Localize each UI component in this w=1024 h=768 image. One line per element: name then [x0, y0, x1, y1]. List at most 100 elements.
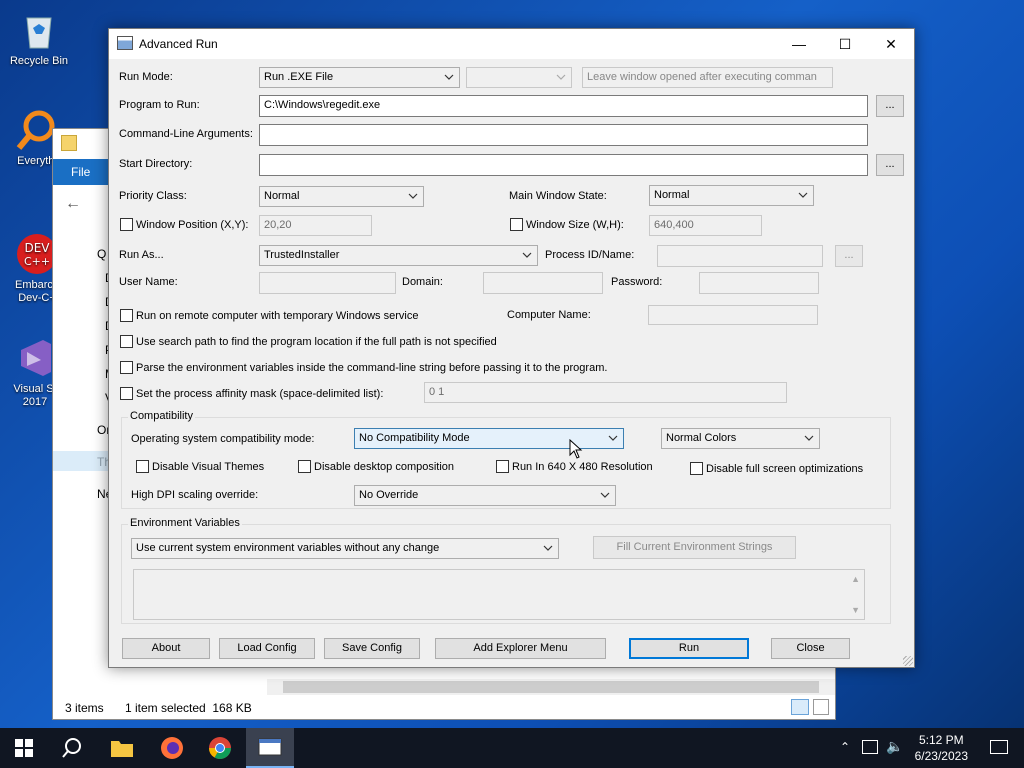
search-button[interactable] [48, 728, 96, 768]
search-path-label: Use search path to find the program loca… [136, 335, 497, 348]
program-input[interactable]: C:\Windows\regedit.exe [259, 95, 868, 117]
priority-select[interactable]: Normal [259, 186, 424, 207]
checkbox-box[interactable] [510, 218, 523, 231]
advanced-run-icon [258, 738, 282, 756]
checkbox-box[interactable] [496, 460, 509, 473]
advanced-run-dialog[interactable]: Advanced Run — ☐ ✕ Run Mode: Run .EXE Fi… [108, 28, 915, 668]
add-explorer-menu-button[interactable]: Add Explorer Menu [435, 638, 606, 659]
chevron-down-icon [543, 545, 553, 551]
affinity-input[interactable]: 0 1 [424, 382, 787, 403]
load-config-button[interactable]: Load Config [219, 638, 315, 659]
secondary-mode-select[interactable] [466, 67, 572, 88]
network-icon[interactable] [862, 740, 878, 754]
chevron-down-icon [444, 74, 454, 80]
advanced-run-taskbar-button[interactable] [246, 728, 294, 768]
checkbox-box[interactable] [298, 460, 311, 473]
start-directory-browse-button[interactable]: ... [876, 154, 904, 176]
chrome-taskbar-button[interactable] [196, 728, 244, 768]
computer-name-input[interactable] [648, 305, 818, 325]
parse-env-checkbox[interactable]: Parse the environment variables inside t… [120, 361, 607, 374]
window-position-checkbox[interactable]: Window Position (X,Y): [120, 218, 248, 231]
close-window-button[interactable]: ✕ [868, 29, 914, 59]
disable-themes-label: Disable Visual Themes [152, 460, 265, 473]
visual-studio-icon [13, 323, 57, 376]
maximize-button[interactable]: ☐ [822, 29, 868, 59]
chevron-up-icon[interactable]: ⌃ [840, 740, 850, 754]
main-window-state-label: Main Window State: [509, 190, 607, 202]
domain-input[interactable] [483, 272, 603, 294]
remote-computer-label: Run on remote computer with temporary Wi… [136, 309, 419, 322]
search-path-checkbox[interactable]: Use search path to find the program loca… [120, 335, 497, 348]
checkbox-box[interactable] [120, 387, 133, 400]
run-as-select[interactable]: TrustedInstaller [259, 245, 538, 266]
checkbox-box[interactable] [136, 460, 149, 473]
checkbox-box[interactable] [120, 218, 133, 231]
after-execution-select[interactable]: Leave window opened after executing comm… [582, 67, 833, 88]
about-button[interactable]: About [122, 638, 210, 659]
details-view-icon[interactable] [791, 699, 809, 715]
start-button[interactable] [0, 728, 48, 768]
horizontal-scrollbar[interactable] [267, 679, 835, 695]
process-id-input[interactable] [657, 245, 823, 267]
file-explorer-taskbar-button[interactable] [98, 728, 146, 768]
password-input[interactable] [699, 272, 819, 294]
run-as-value: TrustedInstaller [264, 249, 340, 261]
nav-selection [53, 451, 113, 471]
desktop-icon-recycle-bin[interactable]: Recycle Bin [4, 8, 74, 68]
file-tab[interactable]: File [53, 159, 109, 185]
run-button[interactable]: Run [629, 638, 749, 659]
chevron-down-icon [556, 74, 566, 80]
window-size-input[interactable]: 640,400 [649, 215, 762, 236]
back-arrow-icon[interactable]: ← [65, 195, 81, 213]
environment-select[interactable]: Use current system environment variables… [131, 538, 559, 559]
title-bar[interactable]: Advanced Run — ☐ ✕ [109, 29, 914, 59]
remote-computer-checkbox[interactable]: Run on remote computer with temporary Wi… [120, 309, 418, 322]
minimize-button[interactable]: — [776, 29, 822, 59]
affinity-checkbox[interactable]: Set the process affinity mask (space-del… [120, 387, 383, 400]
desktop-icon-label: Everythi [17, 155, 57, 167]
disable-themes-checkbox[interactable]: Disable Visual Themes [136, 460, 264, 473]
cmdline-input[interactable] [259, 124, 868, 146]
scroll-up-icon[interactable]: ▲ [851, 574, 860, 584]
user-name-input[interactable] [259, 272, 396, 294]
chevron-down-icon [798, 192, 808, 198]
window-size-checkbox[interactable]: Window Size (W,H): [510, 218, 624, 231]
os-compat-select[interactable]: No Compatibility Mode [354, 428, 624, 449]
large-icons-view-icon[interactable] [813, 699, 829, 715]
nav-item[interactable]: Q [97, 247, 106, 261]
dpi-select[interactable]: No Override [354, 485, 616, 506]
process-id-browse-button[interactable]: ... [835, 245, 863, 267]
password-label: Password: [611, 276, 663, 288]
window-position-input[interactable]: 20,20 [259, 215, 372, 236]
taskbar: ⌃ 🔈 5:12 PM 6/23/2023 [0, 728, 1024, 768]
volume-muted-icon[interactable]: 🔈 [886, 738, 903, 755]
environment-textarea[interactable]: ▲ ▼ [133, 569, 865, 620]
os-compat-label: Operating system compatibility mode: [131, 433, 315, 445]
firefox-taskbar-button[interactable] [148, 728, 196, 768]
parse-env-label: Parse the environment variables inside t… [136, 361, 608, 374]
disable-fullscreen-checkbox[interactable]: Disable full screen optimizations [690, 462, 863, 475]
checkbox-box[interactable] [120, 309, 133, 322]
save-config-button[interactable]: Save Config [324, 638, 420, 659]
notification-icon[interactable] [990, 740, 1008, 754]
close-button[interactable]: Close [771, 638, 850, 659]
colors-select[interactable]: Normal Colors [661, 428, 820, 449]
window-title: Advanced Run [139, 37, 218, 51]
scrollbar-thumb[interactable] [283, 681, 819, 693]
main-window-state-select[interactable]: Normal [649, 185, 814, 206]
fill-environment-button[interactable]: Fill Current Environment Strings [593, 536, 796, 559]
checkbox-box[interactable] [120, 335, 133, 348]
program-browse-button[interactable]: ... [876, 95, 904, 117]
checkbox-box[interactable] [120, 361, 133, 374]
scroll-down-icon[interactable]: ▼ [851, 605, 860, 615]
run-640-checkbox[interactable]: Run In 640 X 480 Resolution [496, 460, 653, 473]
disable-composition-checkbox[interactable]: Disable desktop composition [298, 460, 454, 473]
start-directory-input[interactable] [259, 154, 868, 176]
checkbox-box[interactable] [690, 462, 703, 475]
folder-icon [61, 135, 77, 151]
taskbar-clock[interactable]: 5:12 PM 6/23/2023 [915, 732, 968, 764]
process-id-label: Process ID/Name: [545, 249, 635, 261]
disable-fullscreen-label: Disable full screen optimizations [706, 462, 864, 475]
resize-grip-icon[interactable] [903, 656, 913, 666]
run-mode-select[interactable]: Run .EXE File [259, 67, 460, 88]
